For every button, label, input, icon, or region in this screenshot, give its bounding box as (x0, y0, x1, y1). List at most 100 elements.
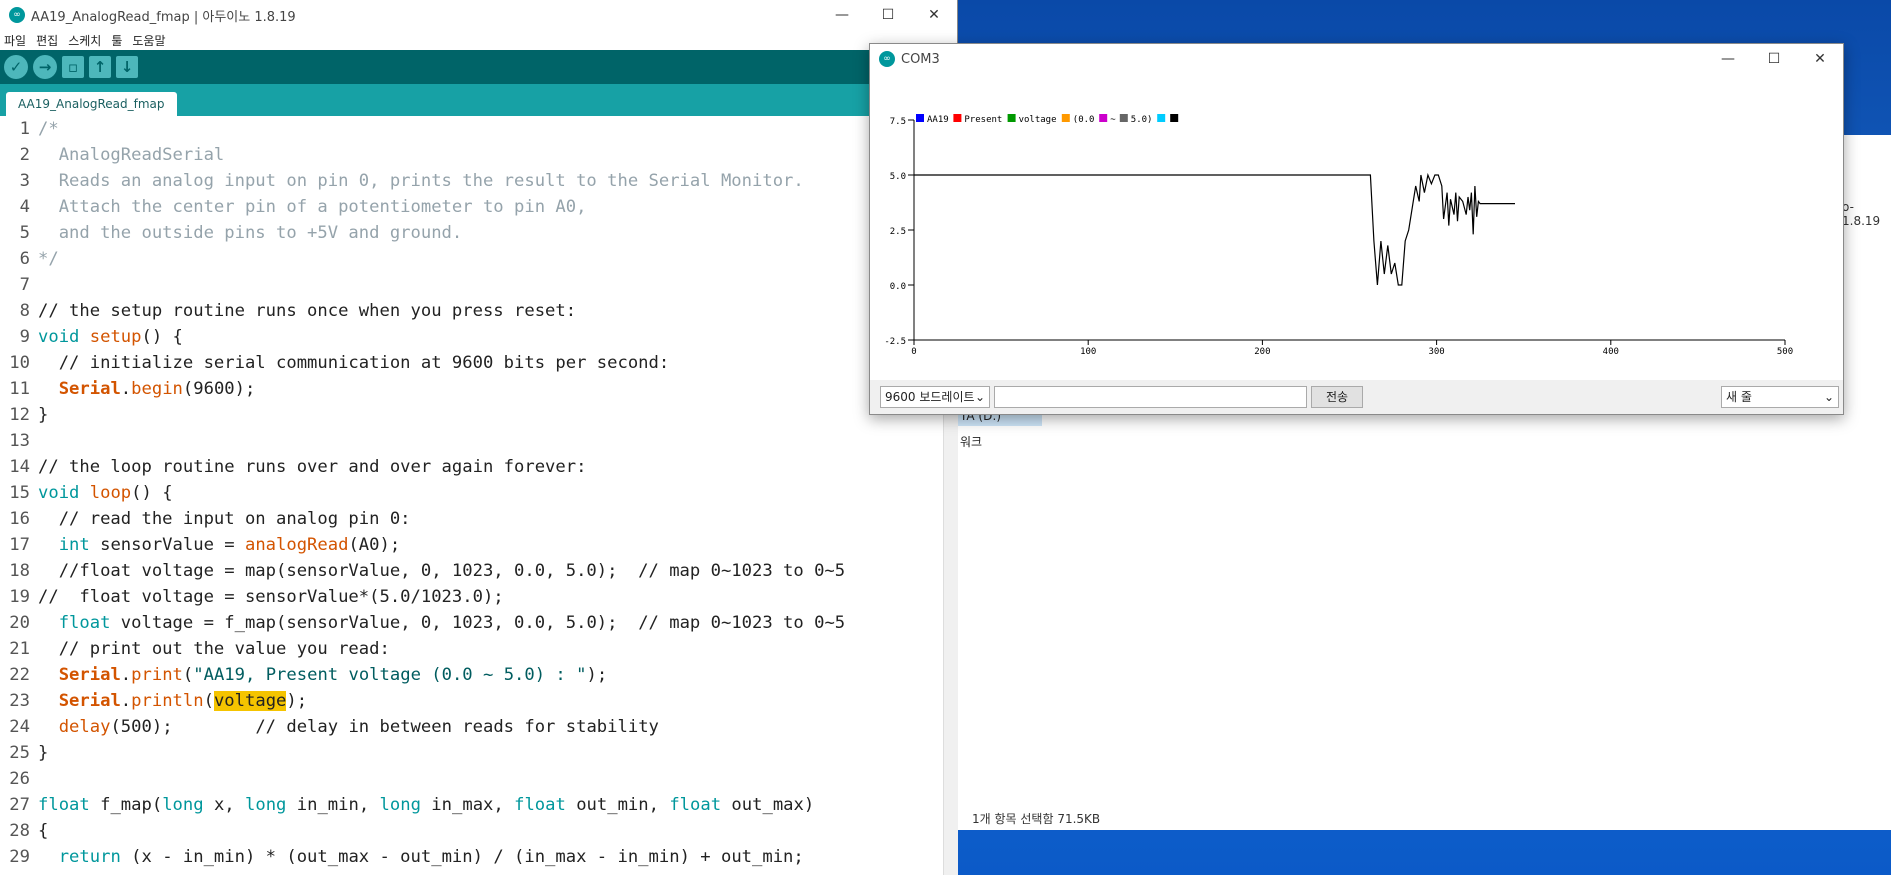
new-sketch-icon[interactable]: ▫ (62, 56, 84, 78)
code-line: 16 // read the input on analog pin 0: (0, 506, 942, 532)
menu-sketch[interactable]: 스케치 (68, 32, 101, 49)
minimize-button[interactable]: — (1705, 51, 1751, 67)
line-number: 5 (19, 223, 30, 243)
code-line: 22 Serial.print("AA19, Present voltage (… (0, 662, 942, 688)
y-tick-label: 2.5 (890, 227, 906, 237)
code-text: Reads an analog input on pin 0, prints t… (38, 171, 804, 191)
arduino-logo-icon: ∞ (879, 51, 895, 67)
maximize-button[interactable]: ☐ (1751, 51, 1797, 67)
explorer-status-text: 1개 항목 선택함 71.5KB (972, 812, 1101, 826)
code-line: 7 (0, 272, 942, 298)
legend-swatch (1170, 114, 1179, 122)
chevron-down-icon: ⌄ (974, 390, 985, 404)
open-sketch-icon[interactable]: ↑ (89, 56, 111, 78)
line-ending-select[interactable]: 새 줄 ⌄ (1721, 386, 1839, 408)
code-line: 4 Attach the center pin of a potentiomet… (0, 194, 942, 220)
code-text: // print out the value you read: (38, 639, 390, 659)
plotter-control-bar: 9600 보드레이트 ⌄ 전송 새 줄 ⌄ (870, 380, 1843, 414)
serial-plotter-window: ∞ COM3 — ☐ ✕ -2.5 0.0 2.5 5.0 7.5 0 100 200 300 4… (869, 43, 1844, 415)
line-number: 8 (19, 301, 30, 321)
baud-rate-select[interactable]: 9600 보드레이트 ⌄ (880, 386, 990, 408)
legend-swatch (1099, 114, 1108, 122)
code-text: float voltage = f_map(sensorValue, 0, 10… (58, 613, 846, 633)
legend-swatch (953, 114, 962, 122)
ide-toolbar: ✓ → ▫ ↑ ↓ (0, 50, 957, 84)
menu-help[interactable]: 도움말 (132, 32, 165, 49)
line-number: 1 (19, 119, 30, 139)
verify-icon[interactable]: ✓ (4, 55, 28, 79)
code-text: } (38, 405, 49, 425)
code-text: // the setup routine runs once when you … (38, 301, 577, 321)
code-text: } (38, 743, 49, 763)
y-tick-label: -2.5 (884, 337, 906, 347)
close-button[interactable]: ✕ (1797, 51, 1843, 67)
line-number: 13 (9, 431, 30, 451)
y-tick-label: 5.0 (890, 172, 906, 182)
background-version-text: o-1.8.19 (1838, 200, 1891, 228)
code-line: 28 { (0, 818, 942, 844)
legend-label: ~ (1110, 115, 1116, 125)
line-number: 27 (9, 795, 30, 815)
menu-tools[interactable]: 툴 (111, 32, 122, 49)
arduino-ide-window: ∞ AA19_AnalogRead_fmap | 아두이노 1.8.19 — ☐… (0, 0, 958, 875)
y-tick-label: 0.0 (890, 282, 906, 292)
code-editor[interactable]: 1/* 2 AnalogReadSerial 3 Reads an analog i… (0, 116, 942, 875)
legend-label: voltage (1019, 115, 1057, 125)
code-line: 15 void loop() { (0, 480, 942, 506)
editor-tab-bar: AA19_AnalogRead_fmap (0, 84, 957, 116)
close-button[interactable]: ✕ (911, 7, 957, 23)
code-line: 21 // print out the value you read: (0, 636, 942, 662)
send-button[interactable]: 전송 (1311, 386, 1364, 408)
serial-input[interactable] (994, 386, 1307, 408)
code-text: // float voltage = sensorValue*(5.0/1023… (38, 587, 504, 607)
ide-titlebar: ∞ AA19_AnalogRead_fmap | 아두이노 1.8.19 — ☐… (0, 0, 957, 30)
plotter-titlebar: ∞ COM3 — ☐ ✕ (870, 44, 1843, 74)
chevron-down-icon: ⌄ (1823, 390, 1834, 404)
code-line: 11 Serial.begin(9600); (0, 376, 942, 402)
upload-icon[interactable]: → (33, 55, 57, 79)
menu-file[interactable]: 파일 (4, 32, 26, 49)
arduino-logo-icon: ∞ (9, 7, 25, 23)
code-line: 17 int sensorValue = analogRead(A0); (0, 532, 942, 558)
menu-edit[interactable]: 편집 (36, 32, 58, 49)
desktop: rive - Personal개체로드영상화면(C:)TA (D:)워크 too… (0, 0, 1891, 875)
code-line: 13 (0, 428, 942, 454)
line-number: 23 (9, 691, 30, 711)
code-line: 6 */ (0, 246, 942, 272)
code-line: 18 //float voltage = map(sensorValue, 0,… (0, 558, 942, 584)
tab-sketch[interactable]: AA19_AnalogRead_fmap (6, 92, 177, 116)
ide-menubar: 파일 편집 스케치 툴 도움말 (0, 30, 957, 50)
code-text: delay(500); // delay in between reads fo… (58, 717, 659, 737)
code-line: 26 (0, 766, 942, 792)
save-sketch-icon[interactable]: ↓ (116, 56, 138, 78)
code-line: 8 // the setup routine runs once when you… (0, 298, 942, 324)
code-text: // read the input on analog pin 0: (38, 509, 411, 529)
line-number: 7 (19, 275, 30, 295)
line-number: 22 (9, 665, 30, 685)
line-number: 28 (9, 821, 30, 841)
code-text: */ (38, 249, 59, 269)
line-number: 26 (9, 769, 30, 789)
x-tick-label: 500 (1777, 347, 1793, 357)
series-line (914, 172, 1515, 286)
code-text: void setup() { (38, 327, 183, 347)
nav-item[interactable]: 워크 (958, 432, 1042, 452)
line-number: 24 (9, 717, 30, 737)
legend-label: Present (964, 115, 1002, 125)
line-number: 10 (9, 353, 30, 373)
line-number: 3 (19, 171, 30, 191)
line-number: 16 (9, 509, 30, 529)
maximize-button[interactable]: ☐ (865, 7, 911, 23)
code-line: 19 // float voltage = sensorValue*(5.0/10… (0, 584, 942, 610)
line-number: 6 (19, 249, 30, 269)
legend-swatch (1007, 114, 1016, 122)
code-text: // the loop routine runs over and over a… (38, 457, 587, 477)
code-line: 5 and the outside pins to +5V and ground… (0, 220, 942, 246)
x-tick-label: 100 (1080, 347, 1096, 357)
legend-swatch (916, 114, 924, 122)
plotter-title: COM3 (901, 51, 940, 67)
code-text: // initialize serial communication at 96… (38, 353, 670, 373)
code-line: 10 // initialize serial communication at… (0, 350, 942, 376)
minimize-button[interactable]: — (819, 7, 865, 23)
